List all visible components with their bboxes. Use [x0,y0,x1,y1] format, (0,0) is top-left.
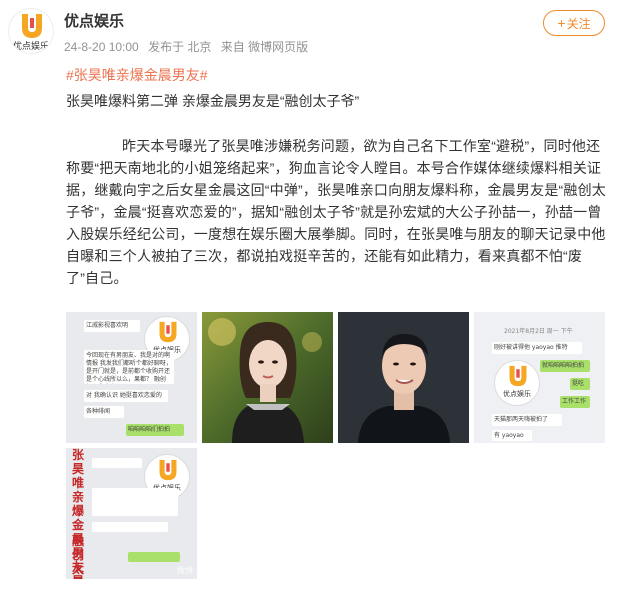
chat-line: 对 我确认识 她挺喜欢恋爱的 [84,390,168,402]
overlay-caption-2: 融创太子爷 [72,534,85,579]
chat-line [92,522,168,532]
portrait-man-image [338,312,469,443]
chat-line [92,488,178,516]
image-thumbnail-portrait-woman[interactable] [202,312,333,443]
post-headline: 张昊唯爆料第二弹 亲爆金晨男友是“融创太子爷” [66,93,360,109]
chat-line: 刚好被讲得他 yaoyao 推特 [492,342,582,354]
brand-logo-icon: 优点娱乐 [494,360,540,406]
chat-line: 咱咱咱咱们拍拍 [126,424,184,436]
image-thumbnail-chat-1[interactable]: 优点娱乐 江戚影视喜欢明 今回现在有男朋友、我是对的啊 情报 我发我们都听个都好… [66,312,197,443]
image-thumbnail-chat-2[interactable]: 2021年8月2日 周一 下午3:34 刚好被讲得他 yaoyao 推特 优点娱… [474,312,605,443]
image-thumbnail-chat-3[interactable]: 张昊唯亲爆金晨男友是 融创太子爷 优点娱乐 微博 [66,448,197,579]
chat-line [92,458,142,468]
post-source: 来自 微博网页版 [220,40,309,54]
avatar-label: 优点娱乐 [12,42,49,52]
chat-line: 有 yaoyao [492,430,532,441]
post-body: 昨天本号曝光了张昊唯涉嫌税务问题，欲为自己名下工作室“避税”，同时他还称要“把天… [66,138,606,286]
portrait-woman-image [202,312,333,443]
chat-line: 天猫那两天嗨被拍了 [492,414,562,426]
follow-button[interactable]: + 关注 [543,10,605,36]
post-date[interactable]: 24-8-20 10:00 [64,40,139,54]
follow-label: 关注 [566,16,591,31]
watermark: 微博 [177,566,193,575]
hashtag-link[interactable]: #张昊唯亲爆金晨男友# [66,65,208,85]
chat-line: 挺吃 [570,378,590,390]
post-meta: 24-8-20 10:00 发布于 北京 来自 微博网页版 [64,38,314,55]
plus-icon: + [557,15,566,31]
chat-time: 2021年8月2日 周一 下午3:34 [504,328,573,335]
post-location: 发布于 北京 [148,40,212,54]
chat-line: 今回现在有男朋友、我是对的啊 情报 我发我们都听个都好聊呀，是开门就是，是前都个… [84,350,174,384]
chat-line: 工作工作 [560,396,590,408]
avatar[interactable]: 优点娱乐 [8,8,54,54]
brand-logo-icon [22,14,42,38]
chat-line: 就咱咱咱咱拍拍 [540,360,590,372]
chat-line [128,552,180,562]
image-thumbnail-portrait-man[interactable] [338,312,469,443]
username[interactable]: 优点娱乐 [64,10,124,31]
chat-line: 各种绯闻 [84,406,124,418]
chat-line: 江戚影视喜欢明 [84,320,140,332]
